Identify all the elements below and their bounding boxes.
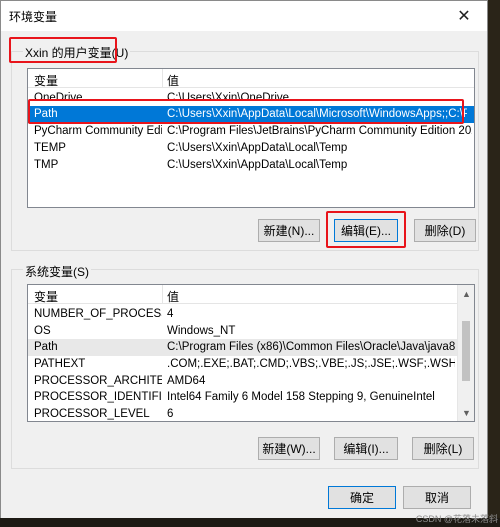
row-variable-value: .COM;.EXE;.BAT;.CMD;.VBS;.VBE;.JS;.JSE;.… xyxy=(167,358,455,370)
user-var-row-tmp[interactable]: TMP C:\Users\Xxin\AppData\Local\Temp xyxy=(28,157,474,174)
sys-var-row-processor-identifier[interactable]: PROCESSOR_IDENTIFIER Intel64 Family 6 Mo… xyxy=(28,389,474,406)
environment-variables-dialog: 环境变量 ✕ Xxin 的用户变量(U) 变量 值 OneDrive C:\Us… xyxy=(0,0,488,527)
row-variable-name: TMP xyxy=(34,159,59,171)
cancel-button[interactable]: 取消 xyxy=(403,486,471,509)
row-variable-value: C:\Users\Xxin\AppData\Local\Microsoft\Wi… xyxy=(167,108,467,120)
scroll-up-icon[interactable]: ▲ xyxy=(458,285,474,302)
row-variable-value: 6 xyxy=(167,408,174,420)
sys-var-row-processor-level[interactable]: PROCESSOR_LEVEL 6 xyxy=(28,406,474,421)
user-new-button[interactable]: 新建(N)... xyxy=(258,219,320,242)
window-title: 环境变量 xyxy=(9,10,58,24)
system-edit-button[interactable]: 编辑(I)... xyxy=(334,437,398,460)
system-variables-label: 系统变量(S) xyxy=(23,263,91,280)
scrollbar-thumb[interactable] xyxy=(462,321,470,381)
row-variable-value: C:\Users\Xxin\OneDrive xyxy=(167,92,290,104)
user-variables-list[interactable]: 变量 值 OneDrive C:\Users\Xxin\OneDrive Pat… xyxy=(27,68,475,208)
column-header-variable[interactable]: 变量 xyxy=(34,72,58,89)
row-variable-name: OS xyxy=(34,325,51,337)
row-variable-name: OneDrive xyxy=(34,92,83,104)
user-var-row-onedrive[interactable]: OneDrive C:\Users\Xxin\OneDrive xyxy=(28,90,474,107)
row-variable-name: Path xyxy=(34,341,58,353)
column-header-value[interactable]: 值 xyxy=(167,72,179,89)
row-variable-name: PROCESSOR_ARCHITECT... xyxy=(34,375,162,387)
sys-var-row-pathext[interactable]: PATHEXT .COM;.EXE;.BAT;.CMD;.VBS;.VBE;.J… xyxy=(28,356,474,373)
row-variable-value: C:\Program Files\JetBrains\PyCharm Commu… xyxy=(167,125,472,137)
title-bar: 环境变量 ✕ xyxy=(1,1,487,31)
sys-var-row-os[interactable]: OS Windows_NT xyxy=(28,323,474,340)
row-variable-name: TEMP xyxy=(34,142,66,154)
row-variable-value: 4 xyxy=(167,308,174,320)
list-header: 变量 值 xyxy=(28,69,474,88)
user-variables-label: Xxin 的用户变量(U) xyxy=(23,44,131,61)
background-edge xyxy=(488,0,500,527)
system-variables-scrollbar[interactable]: ▲ ▼ xyxy=(457,285,474,421)
list-header: 变量 值 xyxy=(28,285,474,304)
scroll-down-icon[interactable]: ▼ xyxy=(458,404,474,421)
sys-var-row-path[interactable]: Path C:\Program Files (x86)\Common Files… xyxy=(28,339,474,356)
user-delete-button[interactable]: 删除(D) xyxy=(414,219,476,242)
row-variable-value: Intel64 Family 6 Model 158 Stepping 9, G… xyxy=(167,391,435,403)
row-variable-value: C:\Users\Xxin\AppData\Local\Temp xyxy=(167,142,348,154)
user-var-row-pycharm[interactable]: PyCharm Community Editi... C:\Program Fi… xyxy=(28,123,474,140)
row-variable-name: PyCharm Community Editi... xyxy=(34,125,162,137)
system-new-button[interactable]: 新建(W)... xyxy=(258,437,320,460)
sys-var-row-number-of-processors[interactable]: NUMBER_OF_PROCESSORS 4 xyxy=(28,306,474,323)
row-variable-value: AMD64 xyxy=(167,375,206,387)
row-variable-name: PATHEXT xyxy=(34,358,86,370)
row-variable-name: PROCESSOR_IDENTIFIER xyxy=(34,391,162,403)
system-delete-button[interactable]: 删除(L) xyxy=(412,437,474,460)
row-variable-name: NUMBER_OF_PROCESSORS xyxy=(34,308,162,320)
row-variable-value: C:\Users\Xxin\AppData\Local\Temp xyxy=(167,159,348,171)
row-variable-name: PROCESSOR_LEVEL xyxy=(34,408,150,420)
background-bottom: CSDN @花落未落斜 xyxy=(0,514,500,527)
watermark-text: CSDN @花落未落斜 xyxy=(415,514,498,524)
sys-var-row-processor-architecture[interactable]: PROCESSOR_ARCHITECT... AMD64 xyxy=(28,373,474,390)
column-header-variable[interactable]: 变量 xyxy=(34,288,58,305)
row-variable-value: Windows_NT xyxy=(167,325,236,337)
close-icon[interactable]: ✕ xyxy=(441,1,487,31)
row-variable-value: C:\Program Files (x86)\Common Files\Orac… xyxy=(167,341,455,353)
row-variable-name: Path xyxy=(34,108,58,120)
user-var-row-temp[interactable]: TEMP C:\Users\Xxin\AppData\Local\Temp xyxy=(28,140,474,157)
ok-button[interactable]: 确定 xyxy=(328,486,396,509)
system-variables-list[interactable]: 变量 值 NUMBER_OF_PROCESSORS 4 OS Windows_N… xyxy=(27,284,475,422)
column-header-value[interactable]: 值 xyxy=(167,288,179,305)
user-var-row-path[interactable]: Path C:\Users\Xxin\AppData\Local\Microso… xyxy=(28,106,474,123)
user-edit-button[interactable]: 编辑(E)... xyxy=(334,219,398,242)
